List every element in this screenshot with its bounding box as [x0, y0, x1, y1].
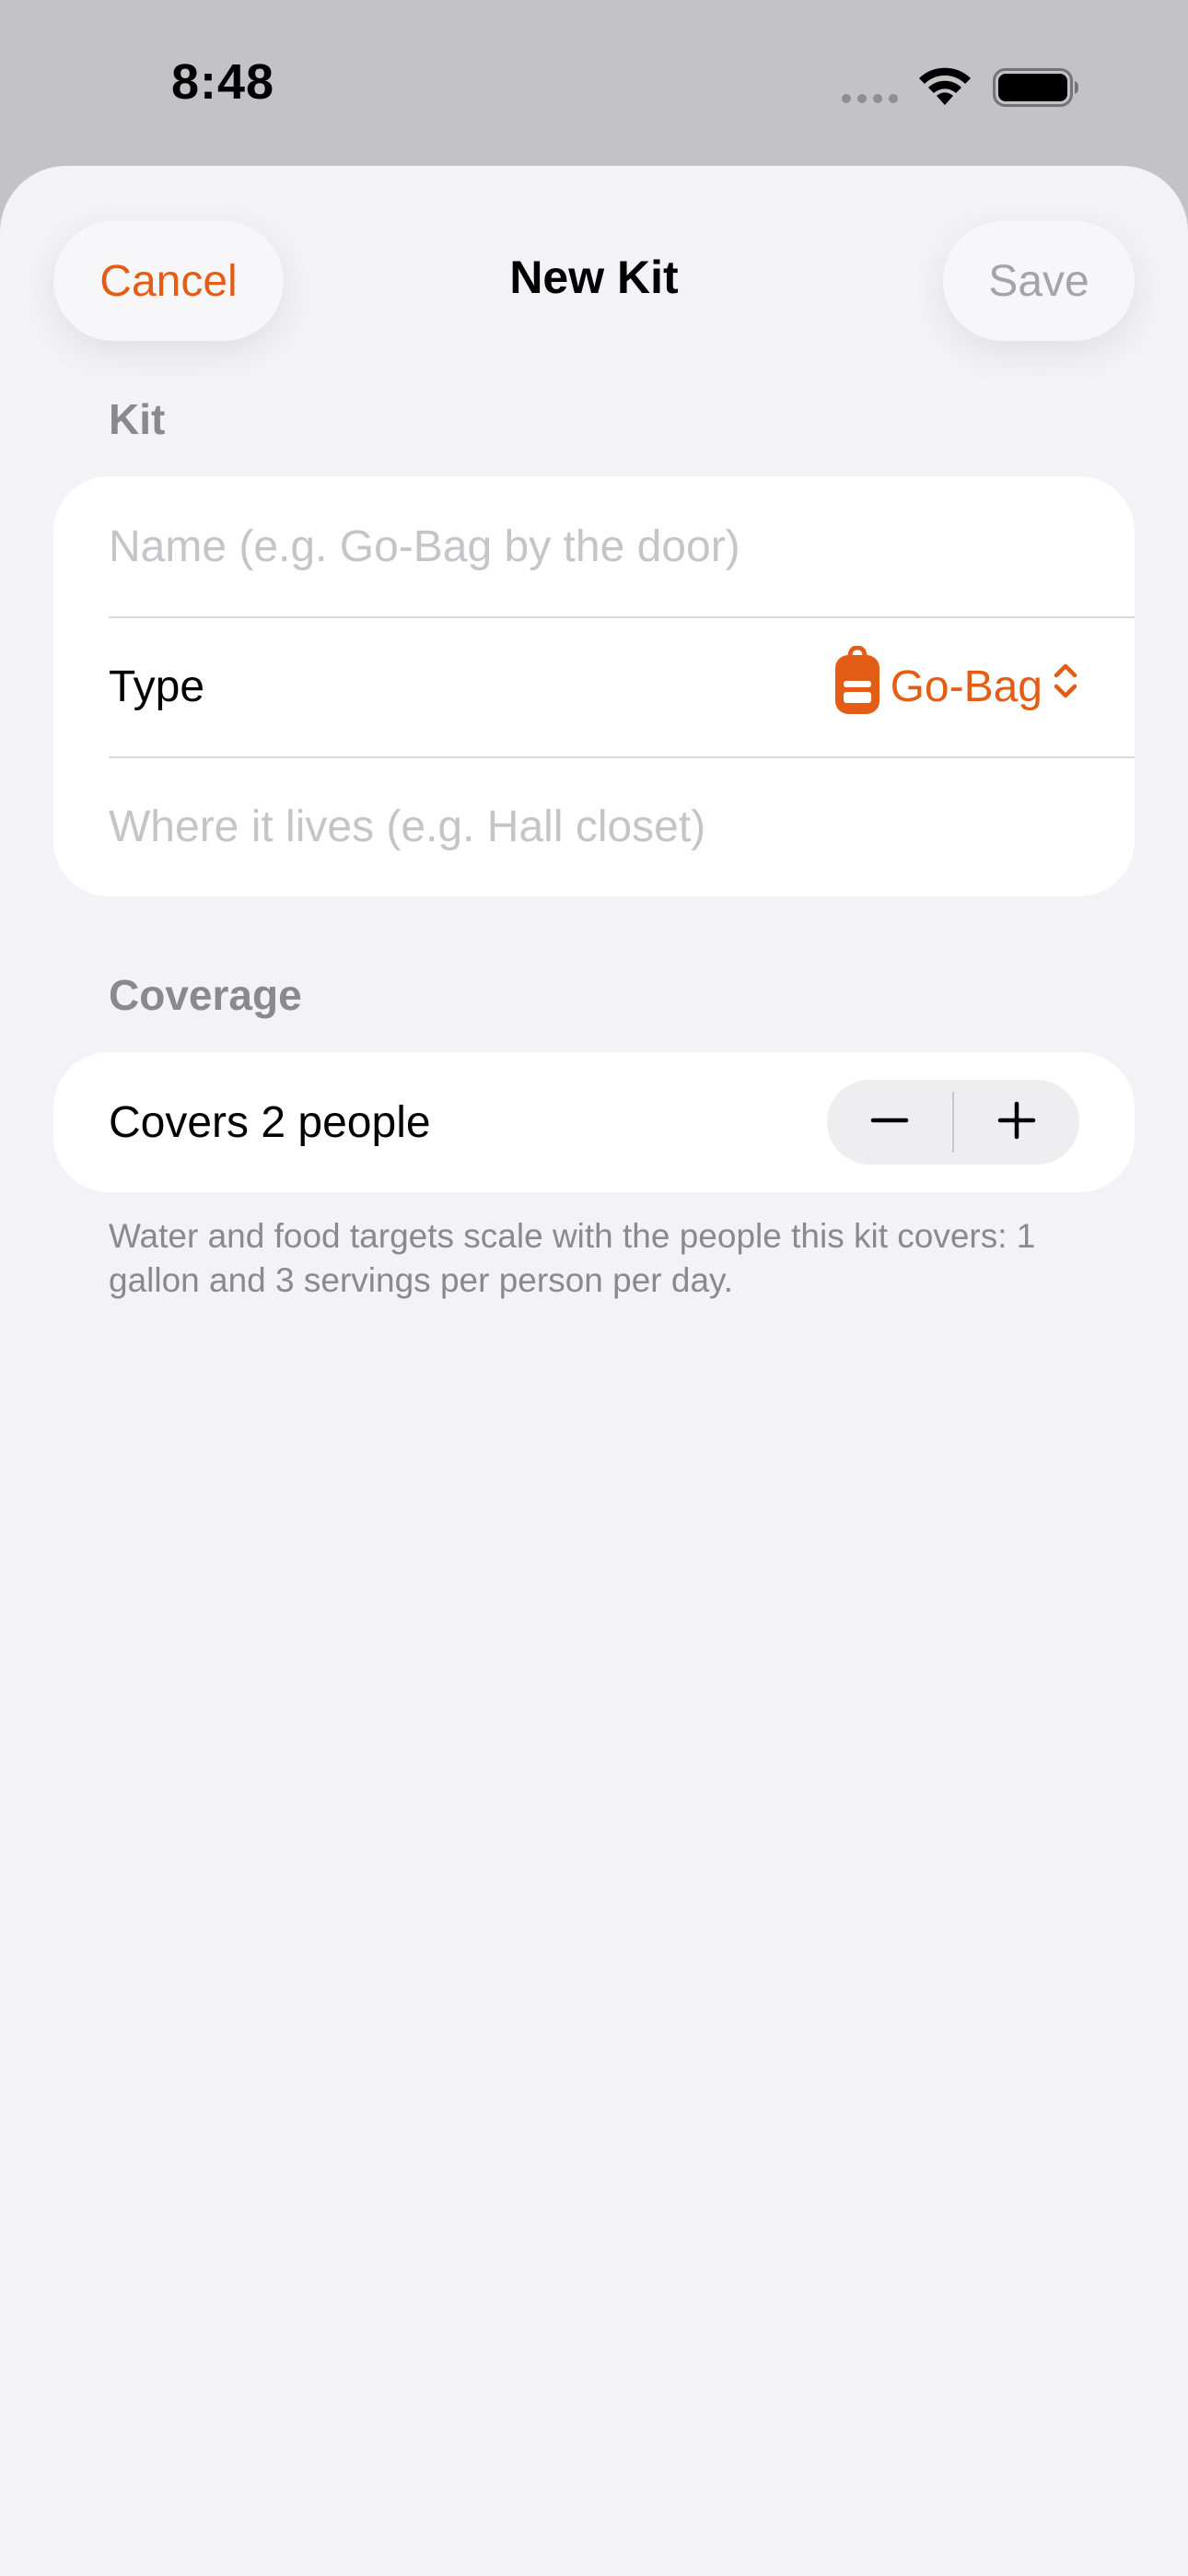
- kit-location-field[interactable]: [109, 801, 1079, 852]
- chevron-up-down-icon: [1052, 660, 1079, 713]
- covers-people-label: Covers 2 people: [109, 1097, 431, 1147]
- kit-section-header: Kit: [109, 395, 166, 443]
- kit-details-card: Type Go-Bag: [53, 476, 1135, 896]
- status-time: 8:48: [171, 54, 275, 110]
- save-button[interactable]: Save: [943, 221, 1135, 341]
- minus-icon: [869, 1100, 910, 1145]
- location-row: [109, 756, 1079, 896]
- type-value: Go-Bag: [890, 662, 1042, 711]
- new-kit-sheet: Cancel New Kit Save Kit Type Go-Bag: [0, 166, 1188, 2576]
- kit-name-field[interactable]: [109, 521, 1079, 572]
- status-bar: 8:48: [0, 0, 1188, 166]
- cellular-signal-icon: [842, 94, 898, 103]
- backpack-icon: [833, 645, 881, 727]
- type-picker[interactable]: Go-Bag: [833, 645, 1079, 727]
- coverage-card: Covers 2 people: [53, 1052, 1135, 1192]
- name-row: [109, 476, 1079, 616]
- coverage-footnote: Water and food targets scale with the pe…: [109, 1217, 1036, 1299]
- type-label: Type: [109, 662, 205, 711]
- decrement-button[interactable]: [827, 1080, 952, 1165]
- increment-button[interactable]: [954, 1080, 1079, 1165]
- people-stepper[interactable]: [827, 1080, 1079, 1165]
- wifi-icon: [917, 64, 973, 111]
- plus-icon: [996, 1100, 1037, 1145]
- coverage-section-header: Coverage: [109, 971, 302, 1019]
- battery-icon: [993, 68, 1079, 111]
- type-row[interactable]: Type Go-Bag: [109, 616, 1079, 756]
